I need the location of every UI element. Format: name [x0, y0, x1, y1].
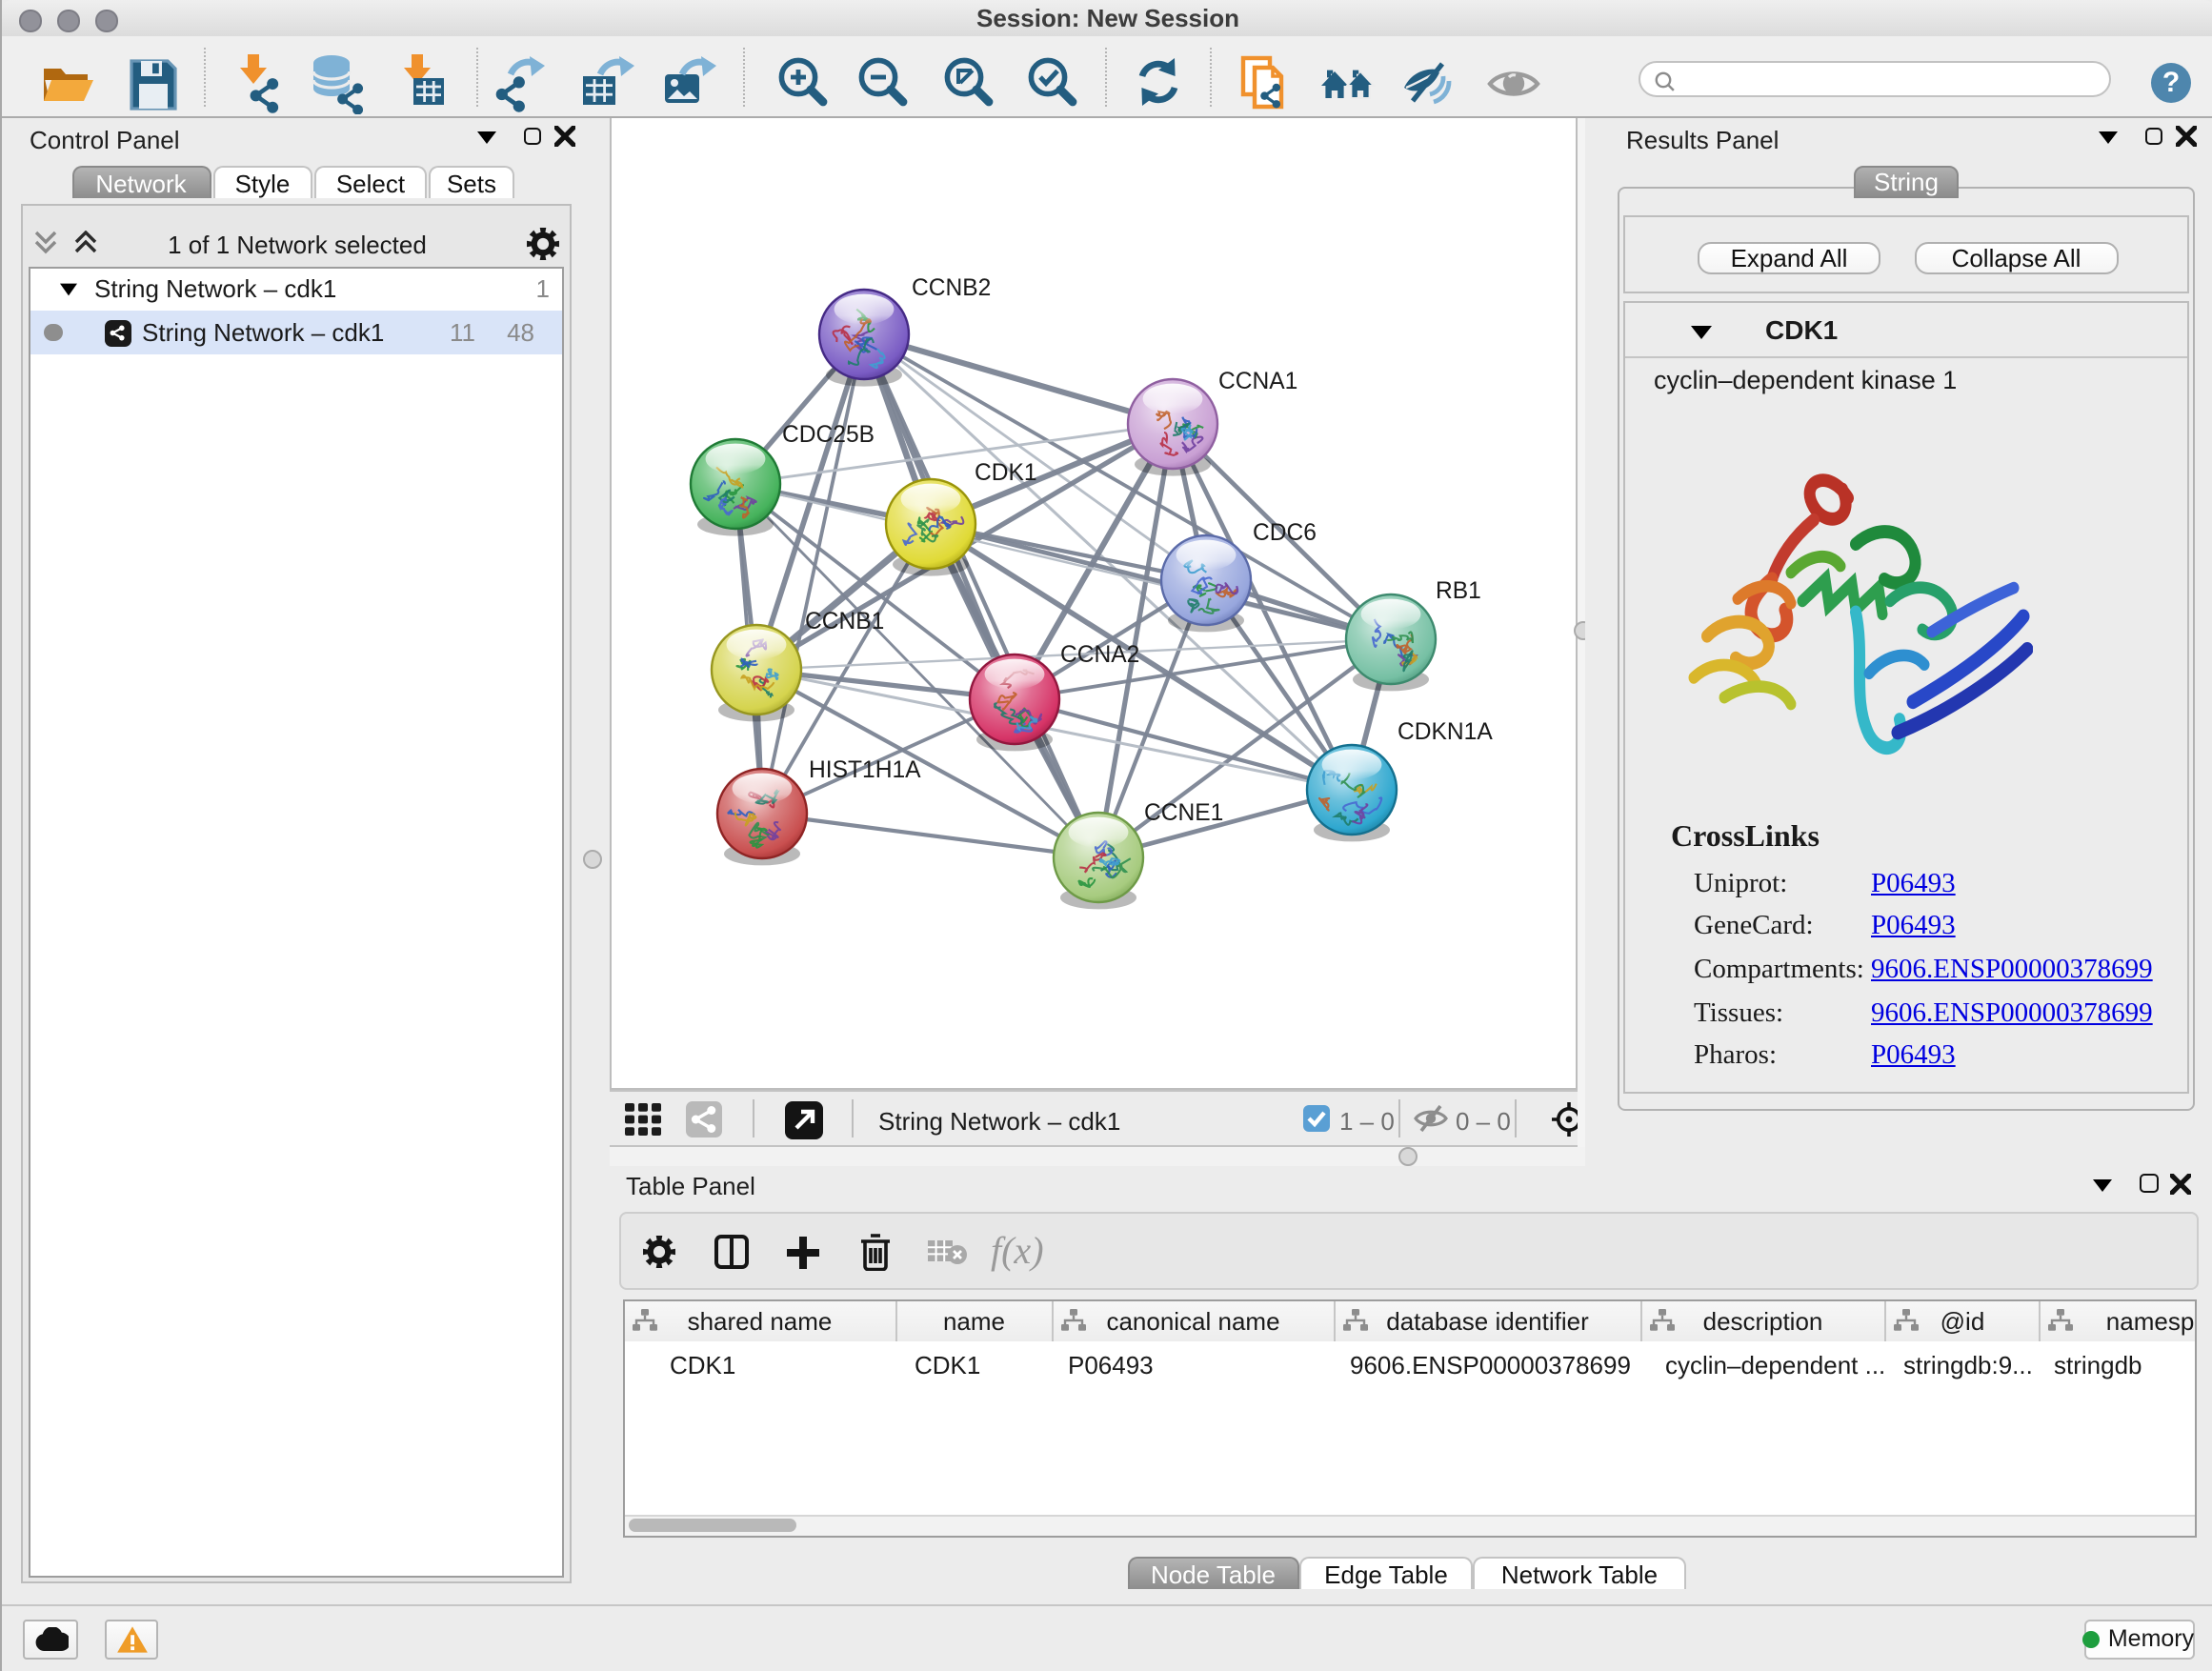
svg-text:CDC25B: CDC25B: [781, 422, 874, 448]
svg-text:CCNB1: CCNB1: [804, 609, 883, 634]
svg-text:HIST1H1A: HIST1H1A: [808, 757, 920, 783]
svg-text:CCNB2: CCNB2: [911, 275, 990, 301]
svg-text:CDKN1A: CDKN1A: [1397, 719, 1492, 745]
svg-text:CDK1: CDK1: [974, 460, 1036, 486]
svg-text:CCNA1: CCNA1: [1217, 369, 1297, 394]
svg-text:CDC6: CDC6: [1252, 520, 1316, 546]
svg-text:CCNE1: CCNE1: [1143, 800, 1222, 826]
svg-text:RB1: RB1: [1435, 578, 1480, 604]
svg-text:CCNA2: CCNA2: [1059, 642, 1138, 668]
